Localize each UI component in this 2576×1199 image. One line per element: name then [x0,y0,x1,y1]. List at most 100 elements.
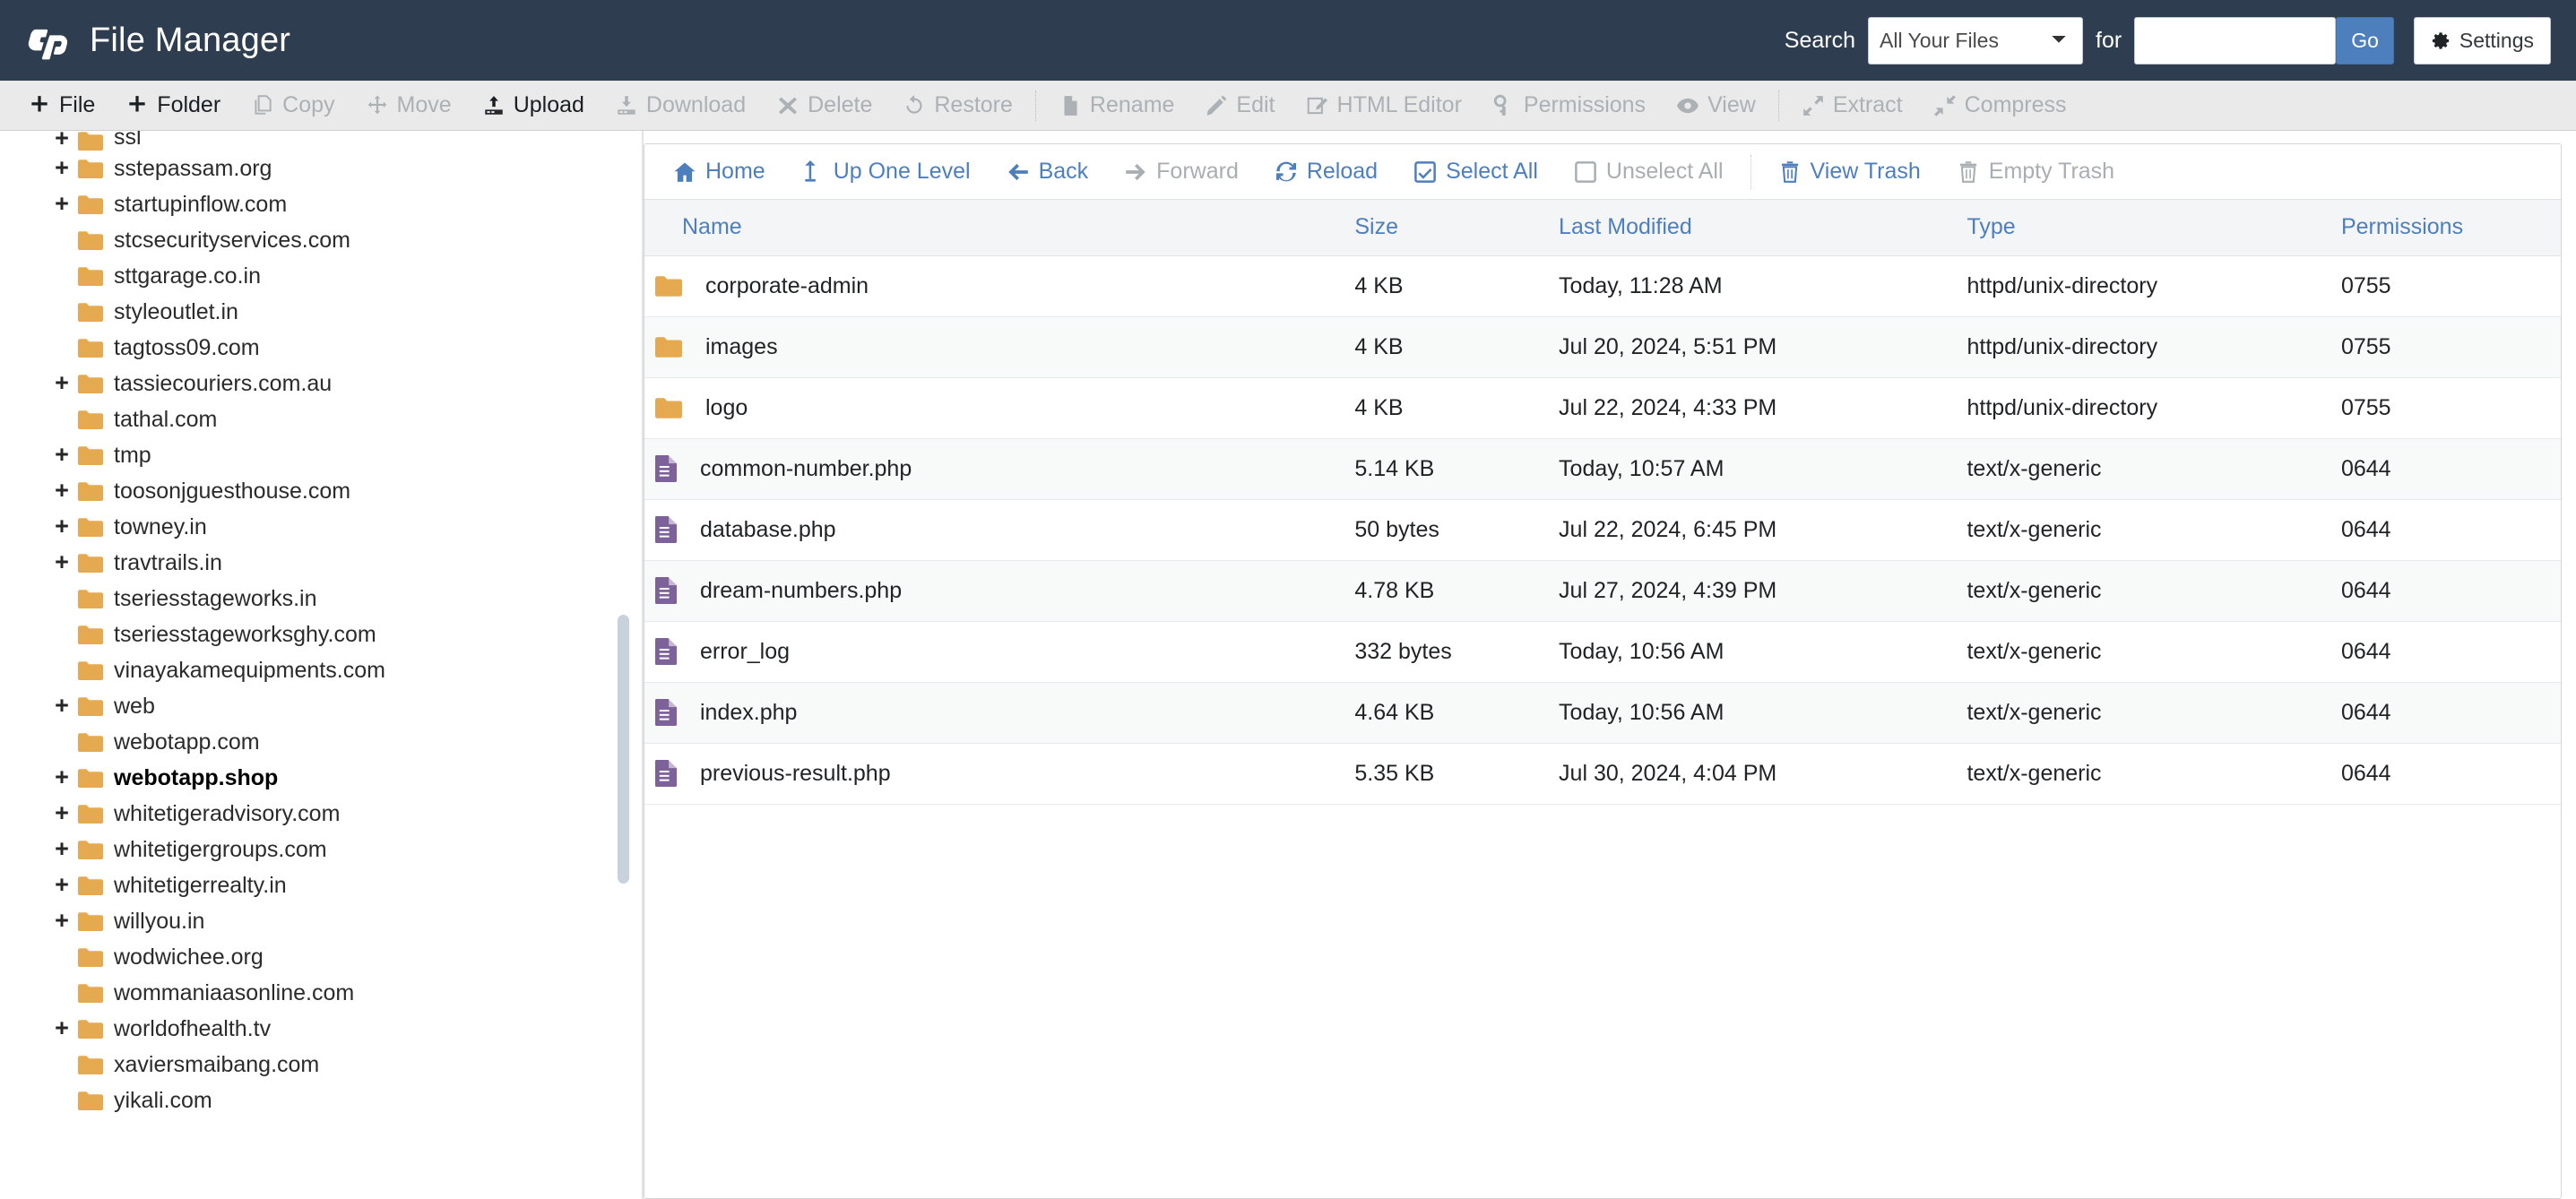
tree-item-willyou-in[interactable]: + willyou.in [52,903,644,939]
tree-item-ssl[interactable]: + ssl [52,131,644,151]
tree-item-vinayakamequipments-com[interactable]: +vinayakamequipments.com [52,652,644,688]
tree-item-wodwichee-org[interactable]: +wodwichee.org [52,939,644,975]
expand-toggle-icon[interactable]: + [52,800,72,825]
cell-name[interactable]: images [644,316,1348,378]
nav-up-one-level-button[interactable]: Up One Level [783,144,989,200]
toolbar-folder-button[interactable]: Folder [110,81,236,131]
sidebar-scrollbar-thumb[interactable] [618,615,629,884]
search-area: Search All Your Files for Go Settings [1785,16,2551,65]
tree-item-yikali-com[interactable]: +yikali.com [52,1083,644,1118]
column-header-modified[interactable]: Last Modified [1552,200,1960,256]
search-input[interactable] [2134,16,2337,65]
tree-item-wommaniaasonline-com[interactable]: +wommaniaasonline.com [52,975,644,1011]
tree-item-whitetigeradvisory-com[interactable]: + whitetigeradvisory.com [52,796,644,832]
folder-icon [78,660,103,680]
tree-item-whitetigergroups-com[interactable]: + whitetigergroups.com [52,832,644,867]
search-go-button[interactable]: Go [2336,16,2394,65]
tree-item-tassiecouriers-com-au[interactable]: + tassiecouriers.com.au [52,366,644,401]
toolbar-item-label: HTML Editor [1336,92,1462,117]
nav-select-all-button[interactable]: Select All [1396,144,1556,200]
tree-item-webotapp-com[interactable]: +webotapp.com [52,724,644,760]
tree-item-label: sstepassam.org [114,155,272,181]
cell-name[interactable]: previous-result.php [644,743,1348,805]
sidebar-scrollbar-track[interactable] [642,131,644,1199]
expand-toggle-icon[interactable]: + [52,478,72,503]
cell-permissions: 0644 [2333,743,2561,805]
tree-item-tagtoss09-com[interactable]: +tagtoss09.com [52,330,644,366]
search-scope-select[interactable]: All Your Files [1868,16,2084,65]
tree-item-styleoutlet-in[interactable]: +styleoutlet.in [52,294,644,330]
toolbar-upload-button[interactable]: Upload [467,81,600,131]
tree-item-worldofhealth-tv[interactable]: + worldofhealth.tv [52,1011,644,1047]
table-row[interactable]: error_log 332 bytes Today, 10:56 AM text/x-… [644,621,2561,683]
expand-toggle-icon[interactable]: + [52,442,72,467]
file-name-label: database.php [700,516,836,542]
column-header-type[interactable]: Type [1959,200,2334,256]
cell-name[interactable]: common-number.php [644,438,1348,500]
table-row[interactable]: common-number.php 5.14 KB Today, 10:57 AM t… [644,438,2561,500]
checkbox-empty-icon [1575,160,1596,183]
expand-toggle-icon[interactable]: + [52,131,72,151]
tree-item-sstepassam-org[interactable]: + sstepassam.org [52,151,644,186]
tree-item-tseriesstageworks-in[interactable]: +tseriesstageworks.in [52,581,644,617]
reload-icon [1275,161,1296,181]
toolbar-permissions-button: Permissions [1477,81,1661,131]
tree-item-travtrails-in[interactable]: + travtrails.in [52,545,644,581]
expand-toggle-icon[interactable]: + [52,549,72,574]
expand-toggle-icon[interactable]: + [52,370,72,395]
cell-name[interactable]: corporate-admin [644,255,1348,317]
expand-toggle-icon[interactable]: + [52,693,72,718]
expand-toggle-icon[interactable]: + [52,836,72,861]
nav-view-trash-button[interactable]: View Trash [1760,144,1939,200]
table-row[interactable]: dream-numbers.php 4.78 KB Jul 27, 2024, 4:… [644,560,2561,622]
tree-item-webotapp-shop[interactable]: + webotapp.shop [52,760,644,796]
expand-toggle-icon[interactable]: + [52,1015,72,1040]
cell-name[interactable]: error_log [644,621,1348,683]
expand-toggle-icon[interactable]: + [52,513,72,539]
column-header-permissions[interactable]: Permissions [2333,200,2561,256]
file-name-label: corporate-admin [705,272,869,298]
cell-name[interactable]: database.php [644,499,1348,561]
tree-item-tathal-com[interactable]: +tathal.com [52,401,644,437]
nav-back-button[interactable]: Back [989,144,1107,200]
table-row[interactable]: logo 4 KB Jul 22, 2024, 4:33 PM httpd/unix-… [644,377,2561,439]
tree-item-toosonjguesthouse-com[interactable]: + toosonjguesthouse.com [52,473,644,509]
settings-button[interactable]: Settings [2413,16,2551,65]
tree-item-whitetigerrealty-in[interactable]: + whitetigerrealty.in [52,867,644,903]
file-name-label: images [705,333,778,359]
expand-toggle-icon[interactable]: + [52,155,72,180]
tree-item-web[interactable]: + web [52,688,644,724]
table-row[interactable]: corporate-admin 4 KB Today, 11:28 AM httpd/… [644,255,2561,317]
tree-item-label: wommaniaasonline.com [114,979,355,1005]
tree-item-startupinflow-com[interactable]: + startupinflow.com [52,186,644,222]
expand-toggle-icon[interactable]: + [52,764,72,789]
toolbar-file-button[interactable]: File [13,81,110,131]
expand-toggle-icon[interactable]: + [52,908,72,933]
nav-reload-button[interactable]: Reload [1257,144,1396,200]
tree-item-towney-in[interactable]: + towney.in [52,509,644,545]
tree-item-sttgarage-co-in[interactable]: +sttgarage.co.in [52,258,644,294]
table-row[interactable]: previous-result.php 5.35 KB Jul 30, 2024, … [644,743,2561,805]
cell-name[interactable]: index.php [644,682,1348,744]
tree-item-tseriesstageworksghy-com[interactable]: +tseriesstageworksghy.com [52,617,644,652]
cell-name[interactable]: dream-numbers.php [644,560,1348,622]
tree-item-tmp[interactable]: + tmp [52,437,644,473]
file-table-head: Name Size Last Modified Type Permissions [644,200,2561,256]
expand-toggle-icon[interactable]: + [52,191,72,216]
expand-toggle-icon[interactable]: + [52,872,72,897]
tree-item-label: xaviersmaibang.com [114,1051,320,1077]
table-row[interactable]: images 4 KB Jul 20, 2024, 5:51 PM httpd/uni… [644,316,2561,378]
table-row[interactable]: index.php 4.64 KB Today, 10:56 AM text/x-ge… [644,682,2561,744]
plus-icon [31,95,48,111]
nav-home-button[interactable]: Home [655,144,783,200]
cell-name[interactable]: logo [644,377,1348,439]
tree-item-stcsecurityservices-com[interactable]: +stcsecurityservices.com [52,222,644,258]
tree-item-label: whitetigeradvisory.com [114,800,341,826]
column-header-name[interactable]: Name [644,200,1348,256]
copy-icon [255,94,272,115]
nav-item-label: Back [1038,159,1089,184]
arrow-left-icon [1007,163,1028,180]
column-header-size[interactable]: Size [1347,200,1552,256]
table-row[interactable]: database.php 50 bytes Jul 22, 2024, 6:45 P… [644,499,2561,561]
tree-item-xaviersmaibang-com[interactable]: +xaviersmaibang.com [52,1047,644,1083]
